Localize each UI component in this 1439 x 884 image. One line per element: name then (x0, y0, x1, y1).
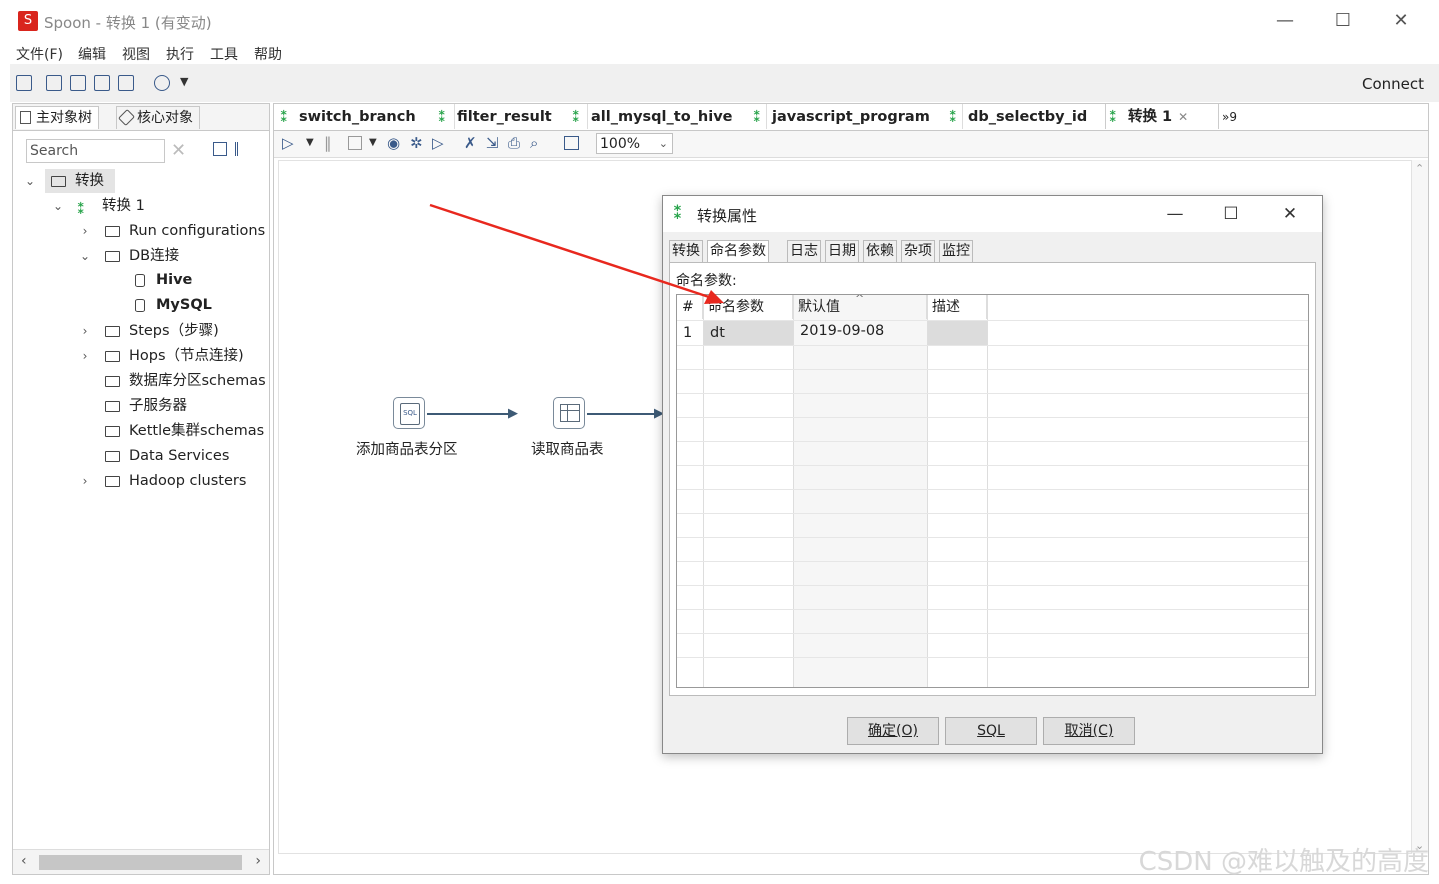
annotation-arrow-icon (429, 203, 724, 304)
watermark-text: CSDN @难以触及的高度 (1138, 847, 1429, 877)
